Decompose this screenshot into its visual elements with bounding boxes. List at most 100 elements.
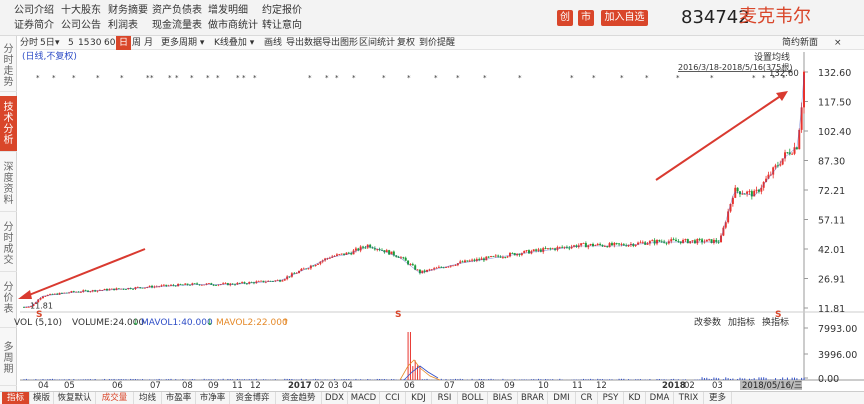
- indicator-tab[interactable]: 恢复默认: [54, 392, 96, 404]
- candle-body: [447, 266, 450, 268]
- x-axis-label: 11: [232, 381, 243, 391]
- candle-body: [580, 243, 583, 246]
- down-arrow-icon: ↓: [132, 318, 140, 328]
- vol-mavol2: MAVOL2:22.000: [216, 318, 288, 328]
- candle-body: [196, 283, 199, 285]
- event-marker: *: [175, 74, 179, 82]
- event-marker: *: [762, 74, 766, 82]
- candle-body: [72, 291, 75, 292]
- candle-body: [49, 293, 52, 295]
- event-marker: *: [382, 74, 386, 82]
- candle-body: [537, 249, 540, 251]
- candle-body: [786, 152, 789, 154]
- candle-body: [354, 248, 357, 251]
- volume-action-1: 加指标: [728, 316, 755, 328]
- x-axis-label: 06: [404, 381, 415, 391]
- price-tick-label: 117.50: [818, 98, 851, 109]
- indicator-tab[interactable]: 模版: [30, 392, 54, 404]
- indicator-tab[interactable]: 市盈率: [162, 392, 196, 404]
- x-axis-label: 02: [684, 381, 695, 391]
- indicator-tab[interactable]: DDX: [322, 392, 348, 404]
- candle-body: [558, 246, 561, 248]
- indicator-tab[interactable]: 资金博弈: [230, 392, 276, 404]
- indicator-tab[interactable]: BOLL: [458, 392, 488, 404]
- candle-body: [686, 239, 689, 244]
- candle-body: [653, 240, 656, 244]
- candle-body: [708, 239, 711, 241]
- sell-marker: S: [395, 310, 401, 320]
- candle-body: [411, 264, 414, 266]
- candle-body: [710, 239, 713, 243]
- max-price-label: 132.60: [769, 69, 799, 79]
- candle-body: [490, 256, 493, 257]
- x-axis-label: 02: [314, 381, 325, 391]
- indicator-tab[interactable]: 资金趋势: [276, 392, 322, 404]
- indicator-tab[interactable]: RSI: [432, 392, 458, 404]
- x-axis-label: 07: [444, 381, 455, 391]
- candle-body: [658, 240, 661, 242]
- indicator-tab[interactable]: 成交量: [96, 392, 134, 404]
- x-axis-label: 12: [250, 381, 261, 391]
- price-tick-label: 57.11: [818, 215, 845, 226]
- candle-body: [774, 165, 777, 168]
- candle-body: [641, 242, 644, 244]
- candle-body: [665, 242, 668, 244]
- indicator-tab[interactable]: KD: [624, 392, 646, 404]
- indicator-tab[interactable]: KDJ: [406, 392, 432, 404]
- candle-body: [509, 253, 512, 257]
- indicator-tab[interactable]: CR: [576, 392, 598, 404]
- candle-body: [478, 259, 481, 260]
- candle-body: [525, 250, 528, 251]
- indicator-tab[interactable]: 均线: [134, 392, 162, 404]
- candle-body: [404, 257, 407, 261]
- candle-body: [340, 253, 343, 255]
- candle-body: [307, 268, 310, 270]
- x-axis-label: 06: [112, 381, 123, 391]
- candle-body: [741, 193, 744, 195]
- candle-body: [646, 243, 649, 245]
- candle-body: [693, 240, 696, 244]
- candle-body: [165, 284, 168, 286]
- candle-body: [193, 283, 196, 285]
- candle-body: [184, 283, 187, 285]
- indicator-tab[interactable]: PSY: [598, 392, 624, 404]
- event-marker: *: [72, 74, 76, 82]
- x-axis-label: 11: [572, 381, 583, 391]
- candle-body: [746, 191, 749, 194]
- candle-body: [224, 283, 227, 284]
- candle-body: [736, 187, 739, 192]
- candle-body: [779, 164, 782, 166]
- indicator-tab[interactable]: MACD: [348, 392, 380, 404]
- candle-body: [563, 246, 566, 248]
- candle-body: [452, 265, 455, 267]
- event-marker: *: [483, 74, 487, 82]
- indicator-tab[interactable]: 更多: [704, 392, 732, 404]
- candle-body: [610, 243, 613, 246]
- candle-body: [620, 244, 623, 245]
- candle-body: [748, 191, 751, 192]
- vol-tick-label: 0.00: [818, 374, 839, 385]
- indicator-tab[interactable]: TRIX: [674, 392, 704, 404]
- indicator-tab[interactable]: DMI: [548, 392, 576, 404]
- candle-body: [656, 240, 659, 244]
- candle-body: [338, 254, 341, 255]
- event-marker: *: [236, 74, 240, 82]
- cursor-date: 2018/05/16/三: [742, 381, 802, 391]
- indicator-tab[interactable]: BRAR: [518, 392, 548, 404]
- x-axis-label: 2017: [288, 381, 312, 391]
- indicator-tab[interactable]: DMA: [646, 392, 674, 404]
- candle-body: [84, 290, 87, 292]
- event-marker: *: [253, 74, 257, 82]
- event-marker: *: [434, 74, 438, 82]
- indicator-tab[interactable]: CCI: [380, 392, 406, 404]
- indicator-tab[interactable]: BIAS: [488, 392, 518, 404]
- indicator-tab[interactable]: 市净率: [196, 392, 230, 404]
- vol-tick-label: 3996.00: [818, 350, 857, 361]
- kline-chart[interactable]: 132.60 117.50 102.40 87.30 72.21 57.11 42.01 26…: [0, 0, 864, 404]
- candle-body: [257, 281, 260, 282]
- event-marker: *: [335, 74, 339, 82]
- x-axis-label: 08: [474, 381, 485, 391]
- indicator-tab[interactable]: 指标: [2, 392, 30, 404]
- event-marker: *: [570, 74, 574, 82]
- event-marker: *: [352, 74, 356, 82]
